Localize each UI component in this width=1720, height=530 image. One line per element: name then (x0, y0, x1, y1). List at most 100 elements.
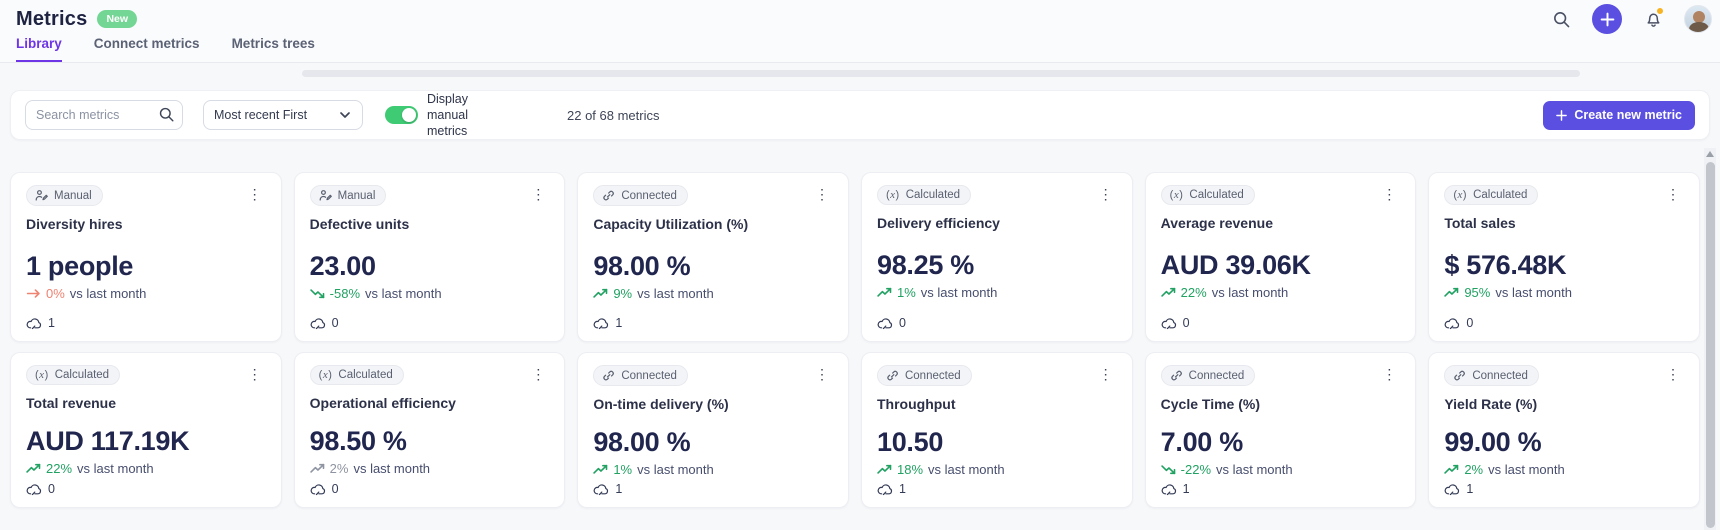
metric-value: 23.00 (309, 251, 376, 281)
metric-type-badge: Connected (593, 365, 688, 386)
create-new-metric-button[interactable]: Create new metric (1543, 100, 1695, 130)
fx-icon: (x) (1169, 189, 1184, 201)
tab-bar: Library Connect metrics Metrics trees (16, 36, 315, 63)
metric-type-label: Connected (1188, 369, 1245, 382)
plus-icon[interactable] (1592, 4, 1622, 34)
metric-value: 7.00 % (1160, 427, 1244, 457)
display-manual-toggle[interactable] (385, 106, 418, 124)
metric-title[interactable]: Yield Rate (%) (1444, 396, 1684, 412)
metric-card[interactable]: Connected ⋮ Capacity Utilization (%) 98.… (577, 172, 849, 342)
notification-dot (1656, 7, 1664, 15)
metric-title[interactable]: Total revenue (26, 395, 266, 411)
vertical-scrollbar[interactable] (1704, 148, 1716, 530)
metric-delta: 95% vs last month (1444, 285, 1684, 300)
metric-card[interactable]: Connected ⋮ On-time delivery (%) 98.00 %… (577, 352, 849, 508)
card-menu-button[interactable]: ⋮ (1095, 365, 1117, 383)
delta-percentage: 2% (1464, 462, 1484, 477)
card-menu-button[interactable]: ⋮ (244, 365, 266, 383)
tab-metrics-trees[interactable]: Metrics trees (232, 36, 315, 63)
card-menu-button[interactable]: ⋮ (1378, 185, 1400, 203)
search-icon[interactable] (1547, 5, 1575, 33)
card-header: Manual ⋮ (309, 185, 550, 206)
fx-icon: (x) (885, 189, 900, 201)
metric-type-badge: Connected (1160, 365, 1256, 386)
top-bar: Metrics New (0, 0, 1720, 34)
metric-value: 10.50 (876, 427, 944, 457)
source-count: 1 (1161, 482, 1401, 496)
source-count: 1 (26, 316, 266, 330)
link-icon (1170, 369, 1183, 382)
tab-connect-metrics[interactable]: Connect metrics (94, 36, 200, 63)
metric-title[interactable]: Delivery efficiency (877, 215, 1117, 231)
metric-delta: -22% vs last month (1160, 462, 1401, 477)
metric-type-label: Calculated (1473, 189, 1528, 201)
scrollbar-thumb[interactable] (1705, 162, 1715, 528)
scroll-up-arrow[interactable] (1706, 151, 1714, 157)
source-count-value: 0 (331, 482, 339, 496)
delta-percentage: 18% (896, 462, 924, 477)
card-menu-button[interactable]: ⋮ (527, 365, 549, 383)
metric-card[interactable]: Manual ⋮ Diversity hires 1 people 0% vs … (10, 172, 282, 342)
metric-card[interactable]: (x) Calculated ⋮ Average revenue AUD 39.… (1144, 172, 1417, 342)
delta-vs-label: vs last month (637, 462, 714, 477)
metric-title[interactable]: Cycle Time (%) (1161, 396, 1401, 412)
metric-card[interactable]: Connected ⋮ Cycle Time (%) 7.00 % -22% v… (1144, 352, 1417, 508)
card-menu-button[interactable]: ⋮ (1095, 185, 1117, 203)
metric-type-badge: (x) Calculated (1444, 185, 1539, 205)
metrics-count: 22 of 68 metrics (567, 107, 660, 123)
bell-icon[interactable] (1639, 5, 1667, 33)
card-menu-button[interactable]: ⋮ (527, 185, 549, 203)
tab-library[interactable]: Library (16, 36, 62, 63)
delta-percentage: -58% (329, 286, 361, 301)
cloud-icon (877, 317, 893, 329)
metric-title[interactable]: Average revenue (1161, 215, 1401, 231)
trend-up-icon (877, 463, 892, 476)
metric-title[interactable]: Capacity Utilization (%) (593, 216, 833, 232)
avatar[interactable] (1684, 5, 1712, 33)
cloud-icon (877, 483, 893, 495)
metrics-grid: Manual ⋮ Diversity hires 1 people 0% vs … (10, 172, 1700, 508)
trend-up-icon (593, 463, 608, 476)
metric-type-label: Manual (337, 189, 376, 202)
metric-title[interactable]: Defective units (310, 216, 550, 232)
metric-title[interactable]: Throughput (877, 396, 1117, 412)
metric-card[interactable]: (x) Calculated ⋮ Total sales $ 576.48K 9… (1428, 172, 1700, 342)
card-menu-button[interactable]: ⋮ (1378, 365, 1400, 383)
card-menu-button[interactable]: ⋮ (244, 185, 266, 203)
card-header: Connected ⋮ (876, 365, 1117, 386)
metric-title[interactable]: Diversity hires (26, 216, 266, 232)
source-count: 0 (310, 316, 550, 330)
metric-title[interactable]: Total sales (1444, 215, 1684, 231)
metric-card[interactable]: (x) Calculated ⋮ Delivery efficiency 98.… (860, 172, 1133, 342)
metric-title[interactable]: On-time delivery (%) (593, 396, 833, 412)
metric-card[interactable]: Connected ⋮ Throughput 10.50 18% vs last… (860, 352, 1133, 508)
card-menu-button[interactable]: ⋮ (811, 365, 833, 383)
card-header: Manual ⋮ (26, 185, 266, 206)
card-menu-button[interactable]: ⋮ (1662, 185, 1684, 203)
chevron-down-icon (340, 112, 350, 118)
delta-vs-label: vs last month (365, 286, 442, 301)
metric-value: AUD 117.19K (26, 426, 190, 456)
metric-card[interactable]: (x) Calculated ⋮ Operational efficiency … (293, 352, 566, 508)
card-menu-button[interactable]: ⋮ (811, 185, 833, 203)
metric-delta: 2% vs last month (309, 461, 550, 476)
metric-value: 98.00 % (593, 427, 691, 457)
delta-vs-label: vs last month (1211, 285, 1289, 300)
card-header: (x) Calculated ⋮ (1444, 185, 1684, 205)
metric-card[interactable]: Connected ⋮ Yield Rate (%) 99.00 % 2% vs… (1428, 352, 1700, 508)
metric-type-badge: Connected (1444, 365, 1539, 386)
horizontal-scrollbar[interactable] (302, 70, 1580, 77)
trend-down-icon (1160, 463, 1176, 476)
metric-card[interactable]: (x) Calculated ⋮ Total revenue AUD 117.1… (10, 352, 282, 508)
manual-icon (35, 189, 48, 202)
delta-percentage: -22% (1180, 462, 1212, 477)
page-title: Metrics (16, 7, 88, 30)
metric-value: 1 people (26, 251, 134, 281)
metric-card[interactable]: Manual ⋮ Defective units 23.00 -58% vs l… (293, 172, 566, 342)
metric-title[interactable]: Operational efficiency (310, 395, 550, 411)
metric-delta: 1% vs last month (877, 285, 1117, 300)
sort-select[interactable]: Most recent First (203, 100, 363, 130)
metric-type-badge: Connected (593, 185, 688, 206)
metric-delta: 18% vs last month (877, 462, 1117, 477)
card-menu-button[interactable]: ⋮ (1662, 365, 1684, 383)
